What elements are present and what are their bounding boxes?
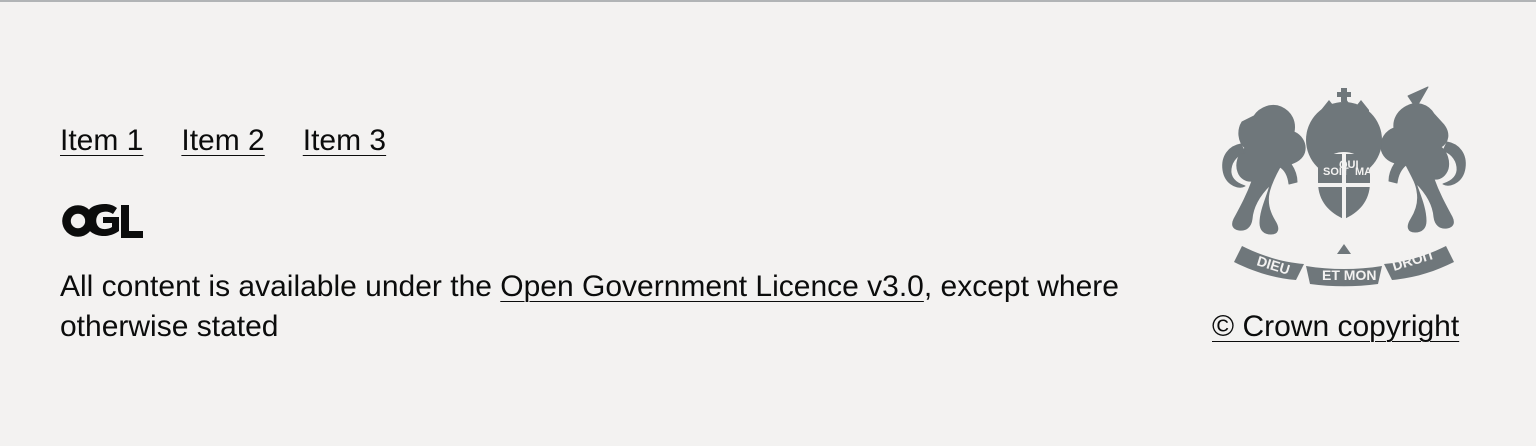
footer-link-item-3[interactable]: Item 3 [303, 124, 386, 157]
royal-coat-of-arms-icon: SOIT QUI MAL DIEU ET MON DROIT [1222, 86, 1466, 287]
ogl-logo-icon [62, 203, 143, 238]
crown-copyright-link[interactable]: © Crown copyright [1212, 310, 1459, 343]
crest-center-ribbon: ET MON [1322, 267, 1376, 283]
footer-link-item-1[interactable]: Item 1 [60, 124, 143, 157]
footer-link-item-2[interactable]: Item 2 [181, 124, 264, 157]
footer-link-item: Item 2 [181, 122, 264, 160]
footer: Item 1 Item 2 Item 3 All content is avai… [0, 0, 1536, 446]
licence-prefix: All content is available under the [60, 270, 501, 303]
footer-links: Item 1 Item 2 Item 3 [60, 122, 386, 160]
licence-text: All content is available under the Open … [60, 267, 1120, 347]
footer-link-item: Item 1 [60, 122, 143, 160]
open-government-licence-link[interactable]: Open Government Licence v3.0 [500, 270, 924, 303]
crest-garter-text: MAL [1355, 166, 1379, 178]
footer-link-item: Item 3 [303, 122, 386, 160]
copyright: © Crown copyright [1212, 307, 1459, 347]
